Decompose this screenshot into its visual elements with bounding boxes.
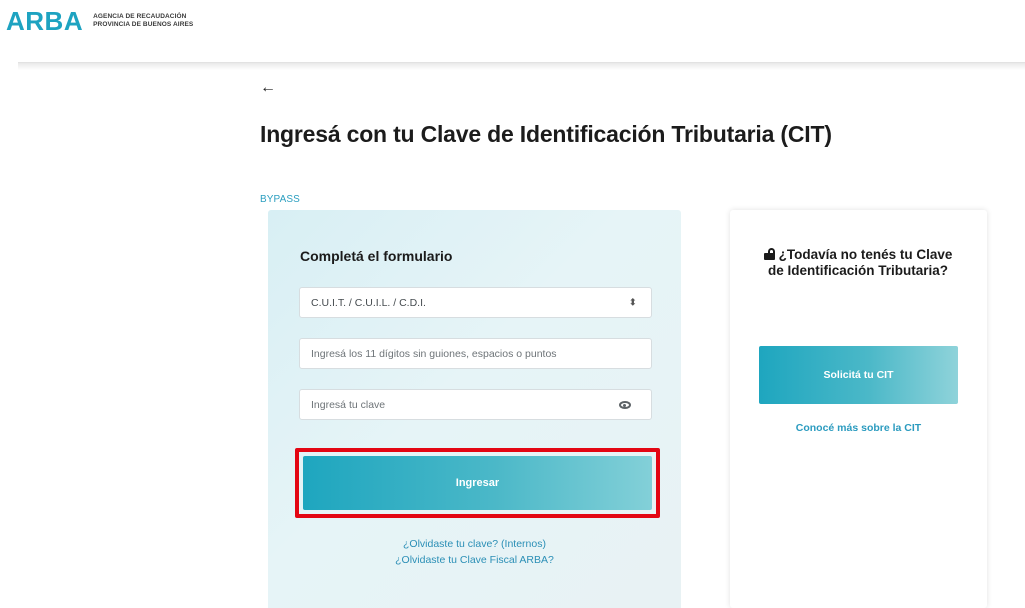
cuit-input[interactable]: Ingresá los 11 dígitos sin guiones, espa… — [299, 338, 652, 369]
login-form-card: Completá el formulario C.U.I.T. / C.U.I.… — [268, 210, 681, 608]
page: ARBA AGENCIA DE RECAUDACIÓN PROVINCIA DE… — [0, 0, 1025, 608]
password-input-placeholder: Ingresá tu clave — [311, 398, 386, 411]
request-cit-card: ¿Todavía no tenés tu Clave de Identifica… — [730, 210, 987, 608]
back-arrow-icon[interactable]: ← — [260, 80, 276, 96]
logo-subtitle-line1: AGENCIA DE RECAUDACIÓN — [93, 13, 187, 20]
forgot-password-internal-link[interactable]: ¿Olvidaste tu clave? (Internos) — [268, 538, 681, 550]
forgot-fiscal-key-link[interactable]: ¿Olvidaste tu Clave Fiscal ARBA? — [268, 554, 681, 566]
request-cit-button[interactable]: Solicitá tu CIT — [759, 346, 958, 404]
logo-subtitle: AGENCIA DE RECAUDACIÓN PROVINCIA DE BUEN… — [93, 13, 193, 29]
side-heading-text: ¿Todavía no tenés tu Clave de Identifica… — [767, 247, 953, 278]
logo-wordmark: ARBA — [6, 6, 84, 36]
learn-more-cit-link[interactable]: Conocé más sobre la CIT — [730, 422, 987, 434]
select-arrows-icon: ⬍ — [628, 297, 637, 308]
brand-header: ARBA AGENCIA DE RECAUDACIÓN PROVINCIA DE… — [0, 0, 1025, 62]
ingresar-button[interactable]: Ingresar — [303, 456, 652, 510]
logo-subtitle-line2: PROVINCIA DE BUENOS AIRES — [93, 21, 194, 28]
cuit-input-placeholder: Ingresá los 11 dígitos sin guiones, espa… — [311, 347, 557, 360]
show-password-eye-icon[interactable] — [619, 401, 631, 409]
form-heading: Completá el formulario — [300, 248, 453, 264]
side-heading: ¿Todavía no tenés tu Clave de Identifica… — [758, 247, 958, 279]
page-title: Ingresá con tu Clave de Identificación T… — [260, 121, 832, 147]
id-type-select[interactable]: C.U.I.T. / C.U.I.L. / C.D.I. ⬍ — [299, 287, 652, 318]
highlight-box: Ingresar — [295, 448, 660, 518]
password-input[interactable]: Ingresá tu clave — [299, 389, 652, 420]
header-shadow-divider — [18, 62, 1025, 70]
arba-logo[interactable]: ARBA AGENCIA DE RECAUDACIÓN PROVINCIA DE… — [6, 8, 193, 34]
bypass-link[interactable]: BYPASS — [260, 194, 300, 205]
id-type-select-value: C.U.I.T. / C.U.I.L. / C.D.I. — [311, 296, 426, 309]
lock-icon — [763, 248, 775, 260]
